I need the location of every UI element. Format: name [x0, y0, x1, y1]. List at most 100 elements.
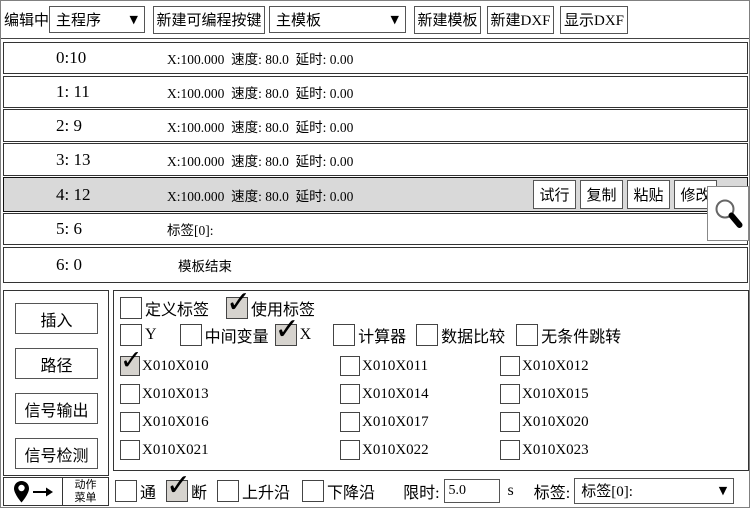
signal-detect-button[interactable]: 信号检测 [15, 438, 98, 469]
intermediate-variable-option[interactable]: 中间变量 [180, 323, 269, 347]
checkbox[interactable] [120, 384, 140, 404]
checkbox[interactable] [115, 480, 137, 502]
step-row-1[interactable]: 1: 11 X:100.000 速度: 80.0 延时: 0.00 [3, 76, 748, 108]
chevron-down-icon: ▼ [719, 484, 727, 497]
checkbox-label: 下降沿 [327, 479, 375, 503]
step-index: 6: 0 [56, 255, 82, 275]
program-select[interactable]: 主程序 ▼ [49, 6, 145, 33]
step-row-0[interactable]: 0:10 X:100.000 速度: 80.0 延时: 0.00 [3, 42, 748, 74]
time-limit-input[interactable] [444, 479, 500, 503]
checkbox[interactable] [120, 297, 142, 319]
unconditional-jump-option[interactable]: 无条件跳转 [516, 323, 621, 347]
checkbox[interactable] [500, 440, 520, 460]
header-toolbar: 编辑中 主程序 ▼ 新建可编程按键 主模板 ▼ 新建模板 新建DXF 显示DXF [1, 1, 749, 39]
signal-output-button[interactable]: 信号输出 [15, 393, 98, 424]
paste-button[interactable]: 粘贴 [627, 180, 670, 209]
checkbox[interactable] [340, 440, 360, 460]
action-menu-line2: 菜单 [63, 492, 108, 505]
checkbox[interactable] [120, 324, 142, 346]
new-dxf-button[interactable]: 新建DXF [487, 6, 554, 34]
arrow-right-icon [32, 486, 54, 498]
checkbox[interactable] [416, 324, 438, 346]
label-select[interactable]: 标签[0]: ▼ [574, 478, 734, 504]
try-run-button[interactable]: 试行 [533, 180, 576, 209]
checkbox[interactable] [120, 440, 140, 460]
programmable-key-editor-window: 编辑中 主程序 ▼ 新建可编程按键 主模板 ▼ 新建模板 新建DXF 显示DXF… [0, 0, 750, 508]
signal-label: X010X022 [362, 442, 429, 459]
step-row-6[interactable]: 6: 0 模板结束 [3, 247, 748, 283]
x-option[interactable]: X [275, 324, 312, 346]
step-detail: 模板结束 [178, 255, 232, 275]
checkbox[interactable] [500, 384, 520, 404]
checkbox[interactable] [340, 412, 360, 432]
checkbox-label: 上升沿 [242, 479, 290, 503]
checkbox[interactable] [226, 297, 248, 319]
signal-option[interactable]: X010X023 [500, 439, 589, 461]
step-row-2[interactable]: 2: 9 X:100.000 速度: 80.0 延时: 0.00 [3, 109, 748, 142]
checkbox[interactable] [333, 324, 355, 346]
program-select-value: 主程序 [56, 9, 101, 30]
use-label-option[interactable]: 使用标签 [226, 296, 315, 320]
step-index: 3: 13 [56, 150, 90, 170]
checkbox[interactable] [340, 356, 360, 376]
step-row-5[interactable]: 5: 6 标签[0]: [3, 213, 748, 245]
checkbox[interactable] [275, 324, 297, 346]
new-programmable-key-button[interactable]: 新建可编程按键 [153, 6, 265, 34]
y-option[interactable]: Y [120, 324, 157, 346]
calculator-option[interactable]: 计算器 [333, 323, 406, 347]
signal-label: X010X016 [142, 414, 209, 431]
checkbox-label: Y [145, 326, 157, 344]
falling-edge-option[interactable]: 下降沿 [302, 479, 375, 503]
label-caption: 标签: [534, 479, 570, 503]
action-menu-label: 动作 菜单 [62, 478, 108, 505]
step-index: 0:10 [56, 48, 86, 68]
chevron-down-icon: ▼ [130, 13, 138, 26]
on-option[interactable]: 通 [115, 479, 156, 503]
label-select-value: 标签[0]: [581, 480, 633, 501]
rising-edge-option[interactable]: 上升沿 [217, 479, 290, 503]
path-button[interactable]: 路径 [15, 348, 98, 379]
signal-option[interactable]: X010X017 [340, 411, 500, 433]
checkbox[interactable] [516, 324, 538, 346]
insert-button[interactable]: 插入 [15, 303, 98, 334]
signal-option[interactable]: X010X010 [120, 355, 340, 377]
step-detail: X:100.000 速度: 80.0 延时: 0.00 [167, 150, 353, 170]
signal-option[interactable]: X010X021 [120, 439, 340, 461]
show-dxf-button[interactable]: 显示DXF [560, 6, 628, 34]
checkbox[interactable] [180, 324, 202, 346]
checkbox[interactable] [120, 412, 140, 432]
zoom-tool-panel[interactable] [707, 186, 749, 241]
time-limit-caption: 限时: [403, 479, 439, 503]
checkbox-label: 数据比较 [441, 323, 505, 347]
data-compare-option[interactable]: 数据比较 [416, 323, 505, 347]
step-index: 4: 12 [56, 185, 90, 205]
define-label-option[interactable]: 定义标签 [120, 296, 209, 320]
checkbox[interactable] [217, 480, 239, 502]
step-row-3[interactable]: 3: 13 X:100.000 速度: 80.0 延时: 0.00 [3, 143, 748, 176]
checkbox[interactable] [500, 412, 520, 432]
signal-option[interactable]: X010X015 [500, 383, 589, 405]
signal-label: X010X011 [362, 358, 428, 375]
signal-option[interactable]: X010X014 [340, 383, 500, 405]
copy-button[interactable]: 复制 [580, 180, 623, 209]
new-template-button[interactable]: 新建模板 [414, 6, 481, 34]
checkbox[interactable] [120, 356, 140, 376]
action-menu-button[interactable]: 动作 菜单 [3, 477, 109, 506]
checkbox[interactable] [500, 356, 520, 376]
checkbox[interactable] [302, 480, 324, 502]
off-option[interactable]: 断 [166, 479, 207, 503]
signal-label: X010X017 [362, 414, 429, 431]
signal-option[interactable]: X010X020 [500, 411, 589, 433]
checkbox[interactable] [340, 384, 360, 404]
signal-label: X010X013 [142, 386, 209, 403]
signal-option[interactable]: X010X012 [500, 355, 589, 377]
checkbox-label: 中间变量 [205, 323, 269, 347]
step-row-4-selected[interactable]: 4: 12 X:100.000 速度: 80.0 延时: 0.00 试行 复制 … [3, 177, 748, 212]
step-detail: X:100.000 速度: 80.0 延时: 0.00 [167, 116, 353, 136]
signal-option[interactable]: X010X022 [340, 439, 500, 461]
checkbox[interactable] [166, 480, 188, 502]
signal-option[interactable]: X010X016 [120, 411, 340, 433]
signal-option[interactable]: X010X013 [120, 383, 340, 405]
signal-option[interactable]: X010X011 [340, 355, 500, 377]
template-select[interactable]: 主模板 ▼ [269, 6, 406, 33]
